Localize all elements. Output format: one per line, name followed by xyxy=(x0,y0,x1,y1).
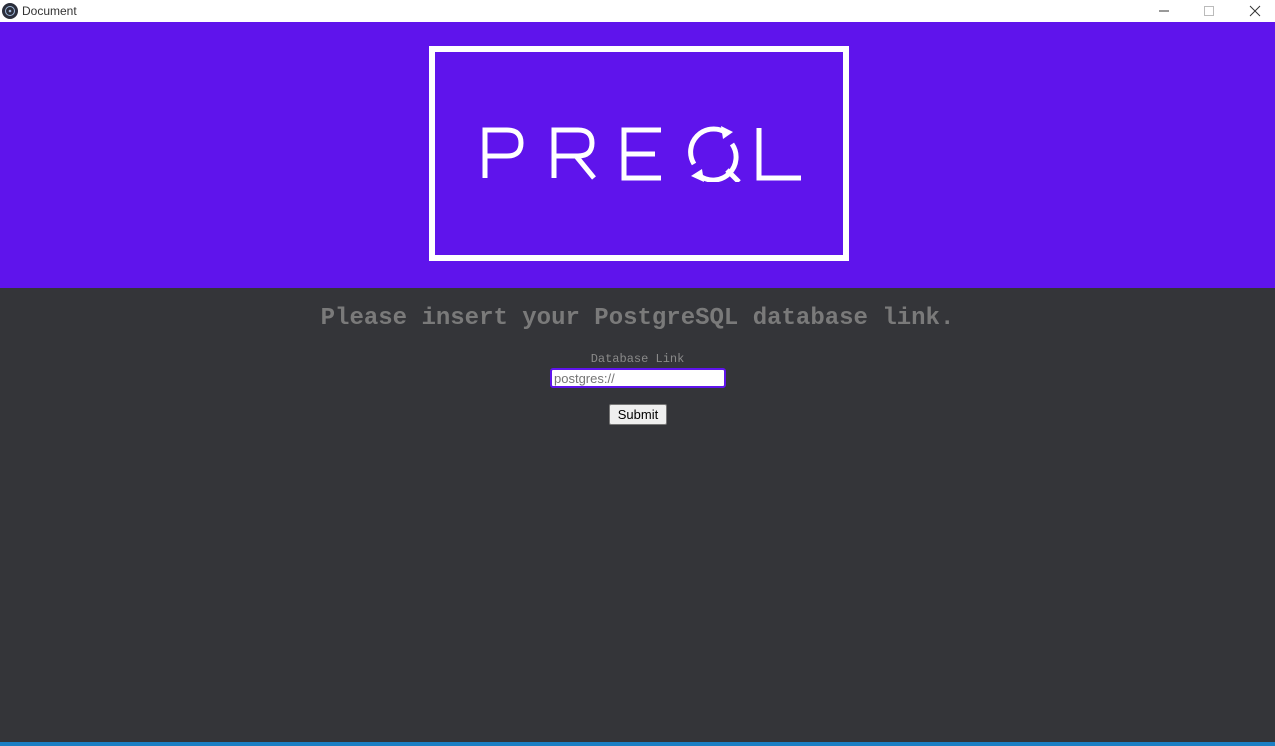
database-link-input[interactable] xyxy=(550,368,726,388)
main-panel: Please insert your PostgreSQL database l… xyxy=(0,288,1275,742)
close-button[interactable] xyxy=(1232,0,1275,22)
window-title: Document xyxy=(22,4,77,18)
maximize-button[interactable] xyxy=(1186,0,1232,22)
preql-logo xyxy=(429,46,849,261)
minimize-icon xyxy=(1159,10,1169,12)
database-link-label: Database Link xyxy=(590,352,685,366)
page-prompt: Please insert your PostgreSQL database l… xyxy=(320,305,955,332)
minimize-button[interactable] xyxy=(1141,0,1187,22)
app-icon xyxy=(2,3,18,19)
brand-header xyxy=(0,22,1275,288)
maximize-icon xyxy=(1204,6,1214,16)
preql-logo-wordmark xyxy=(482,126,801,182)
bottom-edge-strip xyxy=(0,742,1275,746)
close-icon xyxy=(1249,5,1261,17)
window-titlebar[interactable]: Document xyxy=(0,0,1275,22)
submit-button[interactable]: Submit xyxy=(609,404,667,425)
